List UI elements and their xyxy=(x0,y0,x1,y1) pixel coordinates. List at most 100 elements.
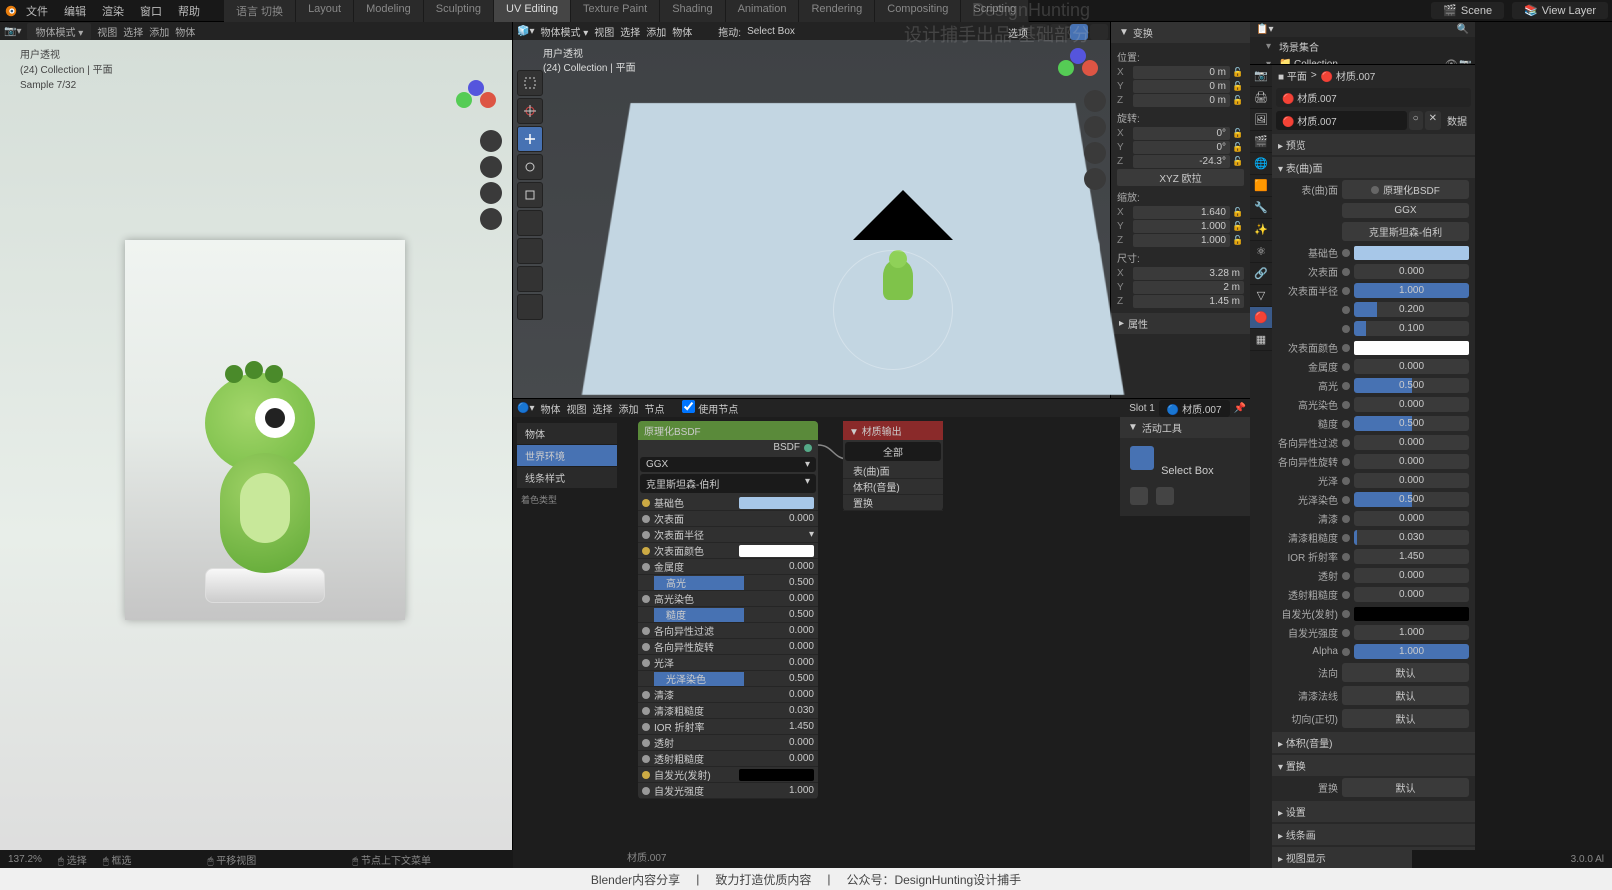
tab-modeling[interactable]: Modeling xyxy=(354,0,424,22)
tab-viewlayer-icon[interactable]: 🖼 xyxy=(1250,109,1272,131)
lock-icon[interactable]: 🔓 xyxy=(1232,235,1244,246)
tab-layout[interactable]: Layout xyxy=(296,0,354,22)
drag-tool-dropdown[interactable]: Select Box xyxy=(747,26,795,37)
prop-Alpha[interactable]: Alpha1.000 xyxy=(1272,642,1475,661)
tab-physics-icon[interactable]: ⚛ xyxy=(1250,241,1272,263)
scale-z[interactable]: 1.000 xyxy=(1133,234,1230,247)
prop-次表面颜色[interactable]: 次表面颜色 xyxy=(1272,338,1475,357)
cc-normal-dropdown[interactable]: 默认 xyxy=(1342,686,1469,705)
bsdf-input-透射[interactable]: 透射0.000 xyxy=(638,735,818,751)
settings-section[interactable]: ▸ 设置 xyxy=(1272,801,1475,822)
prop-糙度[interactable]: 糙度0.500 xyxy=(1272,414,1475,433)
gizmo-z-icon[interactable] xyxy=(1070,48,1086,64)
use-nodes-check[interactable] xyxy=(682,400,695,413)
persp-icon[interactable] xyxy=(1084,168,1106,190)
displace-section[interactable]: ▾ 置换 xyxy=(1272,755,1475,776)
lock-icon[interactable]: 🔓 xyxy=(1232,142,1244,153)
editor-type-icon[interactable]: 🔵▾ xyxy=(517,403,534,414)
pan-icon[interactable] xyxy=(480,156,502,178)
tab-object-icon[interactable]: 🟧 xyxy=(1250,175,1272,197)
prop-光泽染色[interactable]: 光泽染色0.500 xyxy=(1272,490,1475,509)
scene-selector[interactable]: 🎬Scene xyxy=(1431,2,1504,19)
bsdf-input-自发光强度[interactable]: 自发光强度1.000 xyxy=(638,783,818,799)
camera-icon[interactable] xyxy=(1084,142,1106,164)
editor-type-icon[interactable]: 📷▾ xyxy=(4,26,21,37)
tab-sculpting[interactable]: Sculpting xyxy=(424,0,494,22)
bsdf-input-透射粗糙度[interactable]: 透射粗糙度0.000 xyxy=(638,751,818,767)
bsdf-input-次表面半径[interactable]: 次表面半径▾ xyxy=(638,527,818,543)
normal-dropdown[interactable]: 默认 xyxy=(1342,663,1469,682)
gizmo-y-icon[interactable] xyxy=(1058,60,1074,76)
lock-icon[interactable]: 🔓 xyxy=(1232,95,1244,106)
prop-光泽[interactable]: 光泽0.000 xyxy=(1272,471,1475,490)
ne-node[interactable]: 节点 xyxy=(644,401,664,416)
tool-addcube[interactable] xyxy=(517,294,543,320)
bsdf-input-基础色[interactable]: 基础色 xyxy=(638,495,818,511)
dist-dropdown[interactable]: GGX xyxy=(1342,203,1469,218)
ne-tgt[interactable]: 物体 xyxy=(540,401,560,416)
ne-add[interactable]: 添加 xyxy=(618,401,638,416)
tab-constraint-icon[interactable]: 🔗 xyxy=(1250,263,1272,285)
transform-panel-header[interactable]: ▼ 变换 xyxy=(1111,22,1250,43)
gizmo-x-icon[interactable] xyxy=(480,92,496,108)
editor-type-icon[interactable]: 📋▾ xyxy=(1256,24,1273,35)
mat-name-field[interactable]: 🔵 材质.007 xyxy=(1159,400,1230,417)
prop-清漆粗糙度[interactable]: 清漆粗糙度0.030 xyxy=(1272,528,1475,547)
bsdf-input-自发光(发射)[interactable]: 自发光(发射) xyxy=(638,767,818,783)
header-view[interactable]: 视图 xyxy=(97,24,117,39)
tool-cursor[interactable] xyxy=(517,98,543,124)
prop-清漆[interactable]: 清漆0.000 xyxy=(1272,509,1475,528)
bsdf-input-清漆粗糙度[interactable]: 清漆粗糙度0.030 xyxy=(638,703,818,719)
bsdf-input-IOR 折射率[interactable]: IOR 折射率1.450 xyxy=(638,719,818,735)
loc-x[interactable]: 0 m xyxy=(1133,66,1230,79)
prop-次表面半径[interactable]: 次表面半径1.000 xyxy=(1272,281,1475,300)
tab-lang[interactable]: 语言 切换 xyxy=(224,0,296,22)
prop-透射粗糙度[interactable]: 透射粗糙度0.000 xyxy=(1272,585,1475,604)
tab-output-icon[interactable]: 🖨 xyxy=(1250,87,1272,109)
bsdf-input-光泽[interactable]: 光泽0.000 xyxy=(638,655,818,671)
lock-icon[interactable]: 🔓 xyxy=(1232,128,1244,139)
prop-透射[interactable]: 透射0.000 xyxy=(1272,566,1475,585)
header-select[interactable]: 选择 xyxy=(123,24,143,39)
tab-scripting[interactable]: Scripting xyxy=(961,0,1029,22)
camera-icon[interactable] xyxy=(480,182,502,204)
tab-mesh-icon[interactable]: ▽ xyxy=(1250,285,1272,307)
nav-gizmo[interactable] xyxy=(456,80,496,120)
mat-slot[interactable]: 🔴 材质.007 xyxy=(1276,88,1471,107)
tab-render-icon[interactable]: 📷 xyxy=(1250,65,1272,87)
tab-texpaint[interactable]: Texture Paint xyxy=(571,0,660,22)
tab-texture-icon[interactable]: ▦ xyxy=(1250,329,1272,351)
gizmo-z-icon[interactable] xyxy=(468,80,484,96)
mat-name-field[interactable]: 🔴 材质.007 xyxy=(1276,111,1407,130)
tool-annotate[interactable] xyxy=(517,238,543,264)
mat-users[interactable]: ○ xyxy=(1409,111,1423,130)
prop-次表面[interactable]: 次表面0.000 xyxy=(1272,262,1475,281)
filter-icon[interactable]: 🔍 xyxy=(1457,24,1469,35)
surface-type-btn[interactable]: 原理化BSDF xyxy=(1342,180,1469,199)
pin-icon[interactable]: 📌 xyxy=(1234,403,1246,414)
tab-compositing[interactable]: Compositing xyxy=(875,0,961,22)
lock-icon[interactable]: 🔓 xyxy=(1232,81,1244,92)
prop-sub[interactable]: 0.200 xyxy=(1272,300,1475,319)
vp-add[interactable]: 添加 xyxy=(646,24,666,39)
rot-y[interactable]: 0° xyxy=(1133,141,1230,154)
principled-bsdf-node[interactable]: 原理化BSDF BSDF GGX▾ 克里斯坦森-伯利▾ 基础色次表面0.000次… xyxy=(638,421,818,799)
sss-dropdown[interactable]: 克里斯坦森-伯利▾ xyxy=(640,474,816,493)
output-volume[interactable]: 体积(音量) xyxy=(843,479,943,495)
header-object[interactable]: 物体 xyxy=(175,24,195,39)
lineart-section[interactable]: ▸ 线条画 xyxy=(1272,824,1475,845)
dim-z[interactable]: 1.45 m xyxy=(1133,295,1244,308)
mode-dropdown[interactable]: 物体模式 ▾ xyxy=(540,24,588,39)
prop-自发光强度[interactable]: 自发光强度1.000 xyxy=(1272,623,1475,642)
prop-自发光(发射)[interactable]: 自发光(发射) xyxy=(1272,604,1475,623)
prop-IOR 折射率[interactable]: IOR 折射率1.450 xyxy=(1272,547,1475,566)
gizmo-y-icon[interactable] xyxy=(456,92,472,108)
tab-particle-icon[interactable]: ✨ xyxy=(1250,219,1272,241)
ne-select[interactable]: 选择 xyxy=(592,401,612,416)
zoom-icon[interactable] xyxy=(1084,90,1106,112)
options-dropdown[interactable]: 选项 xyxy=(1008,25,1028,40)
nav-gizmo[interactable] xyxy=(1058,48,1098,88)
tab-material-icon[interactable]: 🔴 xyxy=(1250,307,1272,329)
displace-dropdown[interactable]: 默认 xyxy=(1342,778,1469,797)
tool-rotate[interactable] xyxy=(517,154,543,180)
